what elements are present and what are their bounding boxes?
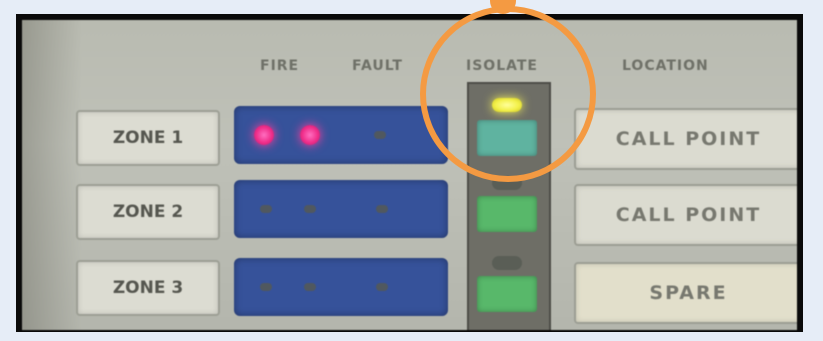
- zone-3-isolate-button[interactable]: [477, 276, 537, 312]
- zone-2-button[interactable]: ZONE 2: [76, 184, 220, 240]
- header-fire: FIRE: [260, 58, 300, 74]
- header-fault: FAULT: [352, 58, 403, 74]
- zone-2-location-text: CALL POINT: [615, 204, 762, 226]
- zone-1-fire-led-b: [300, 125, 320, 145]
- zone-2-isolate-button[interactable]: [477, 196, 537, 232]
- zone-3-fire-led-b: [304, 283, 316, 291]
- highlight-circle: [420, 6, 596, 182]
- zone-3-button[interactable]: ZONE 3: [76, 260, 220, 316]
- zone-1-label: ZONE 1: [112, 128, 184, 148]
- panel-shadow: [22, 20, 82, 330]
- zone-1-location-label: CALL POINT: [574, 108, 797, 170]
- zone-2-fault-led: [376, 205, 388, 213]
- zone-3-location-text: SPARE: [649, 282, 728, 304]
- zone-2-indicator-bar: [234, 180, 448, 238]
- zone-1-fault-led: [374, 131, 386, 139]
- zone-1-indicator-bar: [234, 106, 448, 164]
- header-location: LOCATION: [622, 58, 709, 74]
- zone-3-location-label: SPARE: [574, 262, 797, 324]
- fire-alarm-panel: FIRE FAULT ISOLATE LOCATION ZONE 1 ZONE …: [22, 20, 797, 330]
- zone-1-fire-led-a: [254, 125, 274, 145]
- zone-2-fire-led-b: [304, 205, 316, 213]
- zone-1-location-text: CALL POINT: [615, 128, 762, 150]
- zone-3-fire-led-a: [260, 283, 272, 291]
- zone-1-button[interactable]: ZONE 1: [76, 110, 220, 166]
- zone-3-fault-led: [376, 283, 388, 291]
- zone-2-label: ZONE 2: [112, 202, 184, 222]
- zone-3-indicator-bar: [234, 258, 448, 316]
- zone-3-label: ZONE 3: [112, 278, 184, 298]
- zone-2-fire-led-a: [260, 205, 272, 213]
- zone-2-location-label: CALL POINT: [574, 184, 797, 246]
- zone-3-isolate-led: [492, 256, 522, 270]
